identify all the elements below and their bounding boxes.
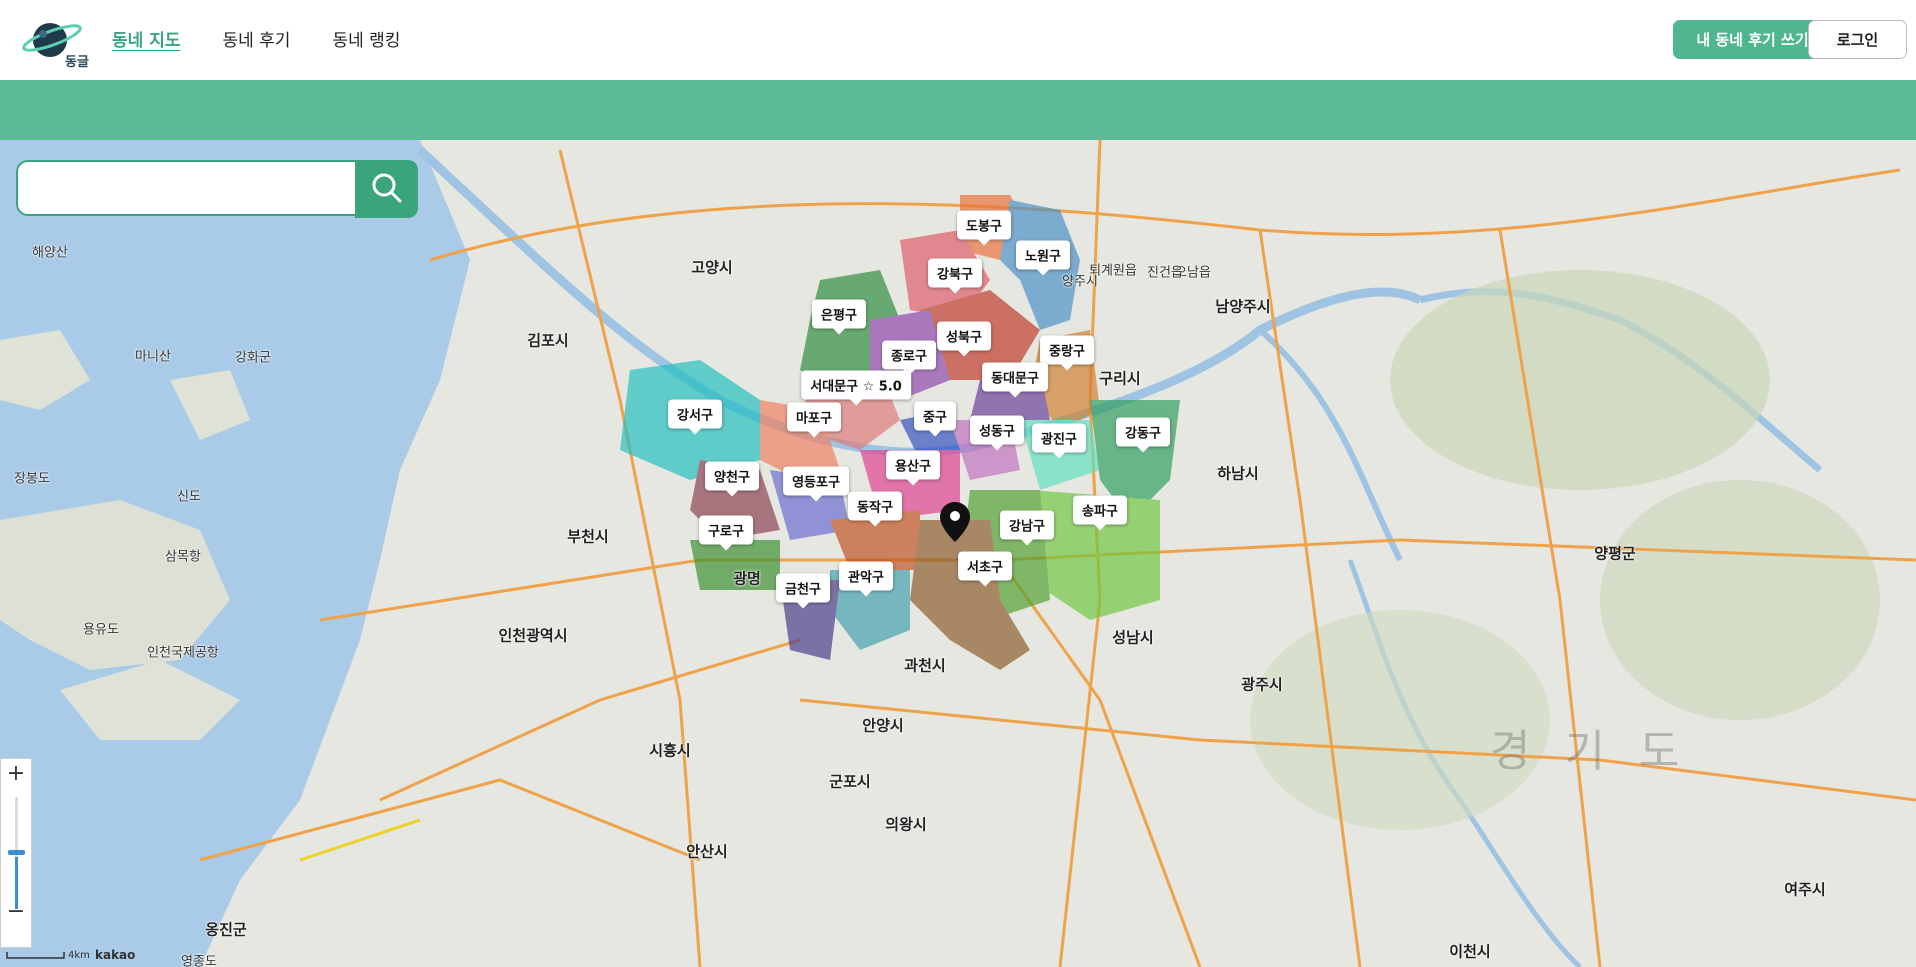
nav-neighborhood-ranking[interactable]: 동네 랭킹: [332, 26, 400, 51]
place-label: 해양산: [32, 245, 68, 261]
district-label-gwangjin[interactable]: 광진구: [1032, 423, 1086, 459]
place-label: 과천시: [904, 656, 946, 675]
place-label: 영종도: [181, 954, 217, 967]
scale-label: 4km: [68, 950, 90, 961]
place-label: 광주시: [1241, 675, 1283, 694]
place-label: 성남시: [1112, 628, 1154, 647]
district-label-gangnam[interactable]: 강남구: [1000, 510, 1054, 546]
place-label: 강화군: [235, 350, 271, 366]
green-banner: [0, 80, 1916, 140]
map-view[interactable]: 고양시 김포시 남양주시 구리시 하남시 부천시 인천광역시 광명 과천시 성남…: [0, 140, 1916, 967]
search-icon: [372, 173, 401, 202]
zoom-control: + −: [0, 758, 32, 948]
zoom-in-button[interactable]: +: [1, 759, 31, 789]
scale-bar: 4km: [6, 950, 90, 963]
logo-text: 동글: [65, 55, 89, 68]
map-attribution[interactable]: kakao: [95, 948, 135, 962]
district-label-eunpyeong[interactable]: 은평구: [812, 299, 866, 335]
place-label: 인천국제공항: [147, 645, 219, 661]
place-label: 인천광역시: [498, 626, 568, 645]
main-nav: 동네 지도 동네 후기 동네 랭킹: [112, 0, 400, 76]
place-label: 구리시: [1099, 369, 1141, 388]
place-label: 장봉도: [14, 471, 50, 487]
district-label-gangseo[interactable]: 강서구: [668, 399, 722, 435]
district-label-guro[interactable]: 구로구: [699, 515, 753, 551]
place-label: 진건읍: [1147, 265, 1183, 281]
district-label-yongsan[interactable]: 용산구: [886, 450, 940, 486]
district-label-dongjak[interactable]: 동작구: [848, 491, 902, 527]
search-button[interactable]: [355, 160, 418, 218]
dongle-logo[interactable]: 동글: [20, 18, 92, 68]
place-label: 하남시: [1217, 464, 1259, 483]
nav-neighborhood-reviews[interactable]: 동네 후기: [222, 26, 290, 51]
district-label-junggu[interactable]: 중구: [914, 401, 956, 437]
zoom-out-button[interactable]: −: [1, 897, 31, 927]
district-label-dobong[interactable]: 도봉구: [957, 210, 1011, 246]
place-label: 옹진군: [205, 920, 247, 939]
search-bar: [16, 160, 418, 220]
district-label-songpa[interactable]: 송파구: [1073, 495, 1127, 531]
district-label-gangdong[interactable]: 강동구: [1116, 417, 1170, 453]
place-label: 남양주시: [1215, 297, 1271, 316]
district-label-nowon[interactable]: 노원구: [1016, 240, 1070, 276]
district-label-yeongdeungpo[interactable]: 영등포구: [783, 466, 849, 502]
district-label-seongdong[interactable]: 성동구: [970, 415, 1024, 451]
district-label-seodaemun[interactable]: 서대문구 ☆ 5.0: [801, 370, 911, 406]
district-label-gangbuk[interactable]: 강북구: [928, 258, 982, 294]
place-label: 양평군: [1594, 544, 1636, 563]
place-label: 용유도: [83, 622, 119, 638]
place-label: 안양시: [862, 716, 904, 735]
district-label-jungnang[interactable]: 중랑구: [1040, 335, 1094, 371]
place-label: 군포시: [829, 772, 871, 791]
district-label-jongno[interactable]: 종로구: [882, 340, 936, 376]
location-pin-icon[interactable]: [938, 500, 972, 544]
scale-line-icon: [6, 952, 65, 959]
place-label: 광명: [733, 569, 761, 588]
province-watermark: 경 기 도: [1490, 726, 1690, 777]
place-label: 부천시: [567, 527, 609, 546]
nav-neighborhood-map[interactable]: 동네 지도: [112, 26, 180, 51]
place-label: 의왕시: [885, 815, 927, 834]
search-input[interactable]: [16, 160, 356, 216]
place-label: 이천시: [1449, 942, 1491, 961]
place-label: 삼목항: [165, 549, 201, 565]
district-label-seocho[interactable]: 서초구: [958, 551, 1012, 587]
top-header: 동글 동네 지도 동네 후기 동네 랭킹 내 동네 후기 쓰기 로그인: [0, 0, 1916, 80]
district-label-gwanak[interactable]: 관악구: [839, 561, 893, 597]
district-label-yangcheon[interactable]: 양천구: [705, 461, 759, 497]
district-label-seongbuk[interactable]: 성북구: [937, 321, 991, 357]
place-label: 양주시: [1062, 274, 1098, 290]
login-button[interactable]: 로그인: [1808, 20, 1907, 59]
place-label: 김포시: [527, 331, 569, 350]
place-label: 고양시: [691, 258, 733, 277]
district-label-geumcheon[interactable]: 금천구: [776, 573, 830, 609]
district-label-dongdaemun[interactable]: 동대문구: [982, 362, 1048, 398]
place-label: 여주시: [1784, 880, 1826, 899]
district-label-mapo[interactable]: 마포구: [787, 402, 841, 438]
place-label: 시흥시: [649, 741, 691, 760]
place-label: 안산시: [686, 842, 728, 861]
zoom-slider-handle[interactable]: [8, 850, 25, 855]
place-label: 신도: [177, 489, 201, 505]
place-label: 마니산: [135, 349, 171, 365]
